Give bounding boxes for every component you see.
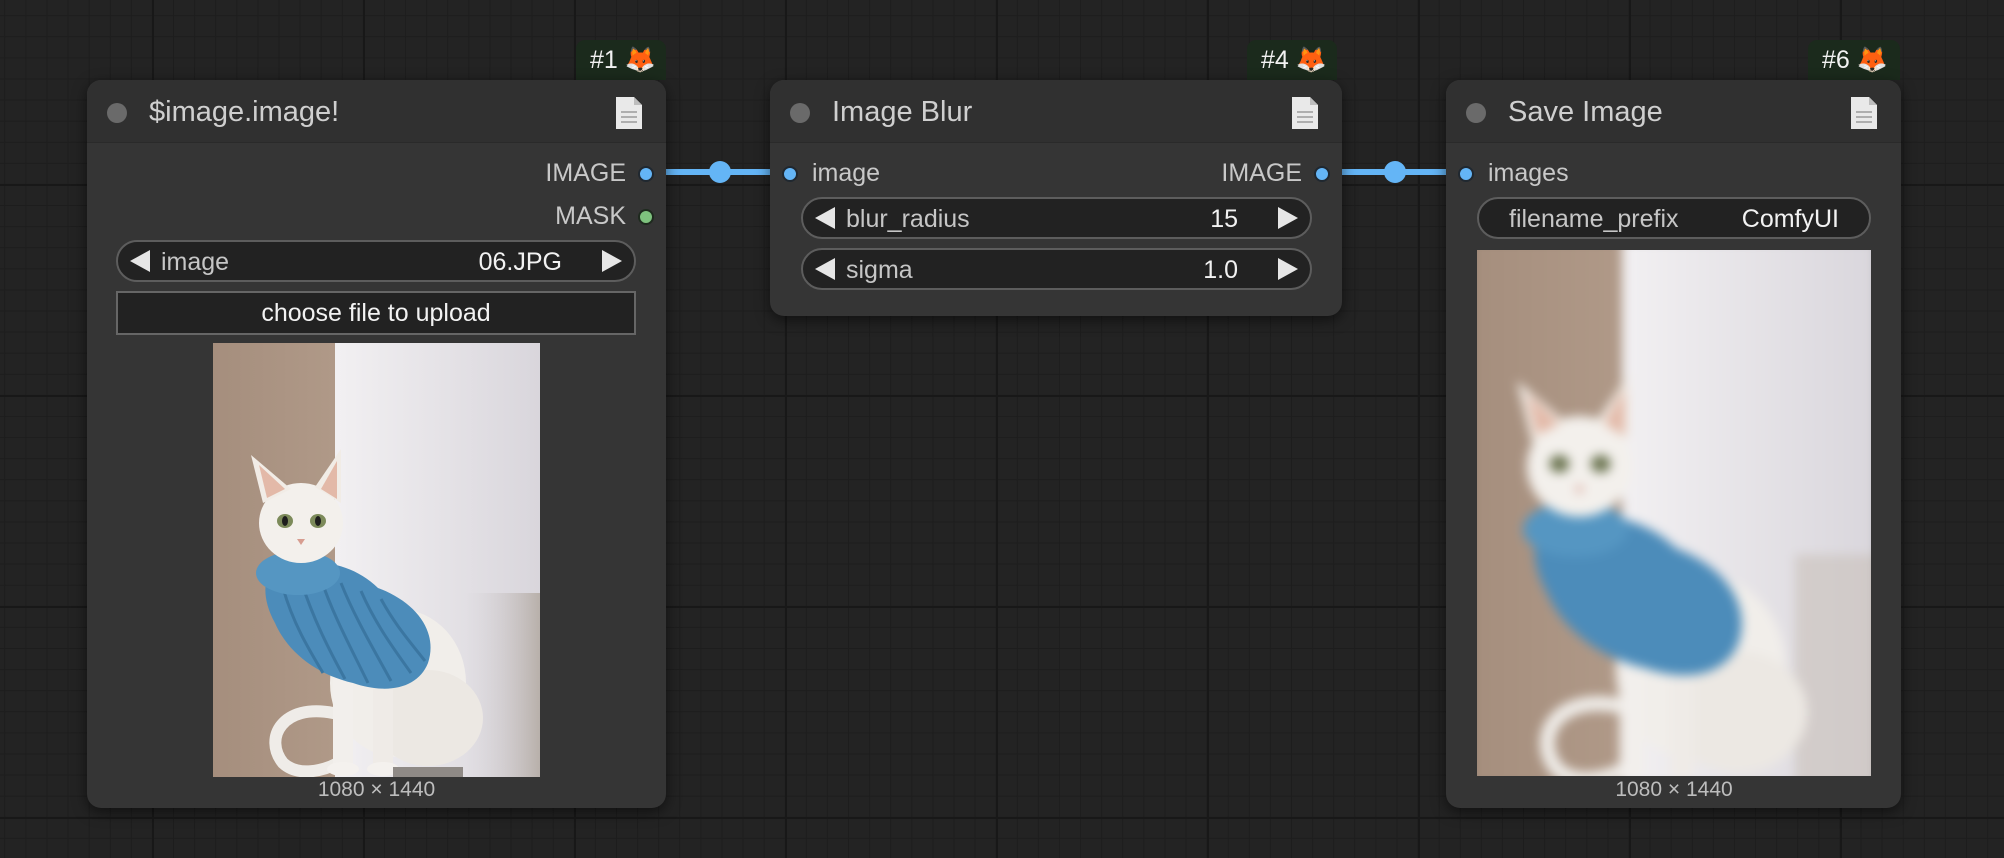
blurred-cat-photo-preview [1477, 250, 1871, 776]
status-dot-icon[interactable] [107, 103, 127, 123]
widget-name: blur_radius [846, 205, 970, 233]
widget-value: 1.0 [1203, 256, 1238, 284]
output-slot-image[interactable] [638, 166, 654, 182]
link-reroute-dot[interactable] [709, 161, 731, 183]
node-header[interactable]: $image.image! [87, 80, 666, 143]
node-id-badge: #6 🦊 [1808, 40, 1900, 80]
output-label-image: IMAGE [1221, 159, 1302, 187]
widget-value: 06.JPG [478, 248, 562, 276]
decrement-arrow-icon[interactable] [815, 207, 835, 229]
node-id-badge: #1 🦊 [576, 40, 666, 80]
node-title: $image.image! [149, 96, 340, 128]
status-dot-icon[interactable] [1466, 103, 1486, 123]
increment-arrow-icon[interactable] [1278, 207, 1298, 229]
input-slot-images[interactable] [1458, 166, 1474, 182]
node-id-badge: #4 🦊 [1247, 40, 1337, 80]
output-label-mask: MASK [555, 202, 626, 230]
decrement-arrow-icon[interactable] [815, 258, 835, 280]
cat-photo [213, 343, 540, 777]
fox-icon: 🦊 [624, 46, 656, 74]
document-icon[interactable] [1849, 96, 1879, 130]
output-slot-mask[interactable] [638, 209, 654, 225]
node-header[interactable]: Image Blur [770, 80, 1342, 143]
image-file-combo[interactable]: image 06.JPG [116, 240, 636, 282]
image-blur-node[interactable]: Image Blur image IMAGE blur_radius 15 si… [770, 80, 1342, 316]
filename-prefix-text-widget[interactable]: filename_prefix ComfyUI [1477, 197, 1871, 239]
preview-dimensions: 1080 × 1440 [317, 778, 436, 801]
decrement-arrow-icon[interactable] [130, 250, 150, 272]
widget-name: sigma [846, 256, 913, 284]
sigma-number-widget[interactable]: sigma 1.0 [801, 248, 1312, 290]
widget-value: ComfyUI [1741, 205, 1839, 233]
document-icon[interactable] [614, 96, 644, 130]
input-slot-image[interactable] [782, 166, 798, 182]
upload-button[interactable]: choose file to upload [116, 291, 636, 335]
preview-dimensions: 1080 × 1440 [1615, 778, 1733, 801]
blurred-cat-photo [1477, 250, 1871, 776]
fox-icon: 🦊 [1856, 46, 1888, 74]
cat-photo-preview [213, 343, 540, 777]
widget-value: 15 [1210, 205, 1238, 233]
widget-name: filename_prefix [1509, 205, 1679, 233]
increment-arrow-icon[interactable] [602, 250, 622, 272]
document-icon[interactable] [1290, 96, 1320, 130]
node-header[interactable]: Save Image [1446, 80, 1901, 143]
node-title: Image Blur [832, 96, 973, 128]
status-dot-icon[interactable] [790, 103, 810, 123]
save-image-node[interactable]: Save Image images filename_prefix ComfyU… [1446, 80, 1901, 808]
output-slot-image[interactable] [1314, 166, 1330, 182]
input-label-images: images [1488, 159, 1569, 187]
load-image-node[interactable]: $image.image! IMAGE MASK image 06.JPG ch… [87, 80, 666, 808]
increment-arrow-icon[interactable] [1278, 258, 1298, 280]
blur-radius-number-widget[interactable]: blur_radius 15 [801, 197, 1312, 239]
input-label-image: image [812, 159, 881, 187]
output-label-image: IMAGE [545, 159, 626, 187]
link-reroute-dot[interactable] [1384, 161, 1406, 183]
fox-icon: 🦊 [1295, 46, 1327, 74]
node-title: Save Image [1508, 96, 1663, 128]
widget-name: image [161, 248, 230, 276]
